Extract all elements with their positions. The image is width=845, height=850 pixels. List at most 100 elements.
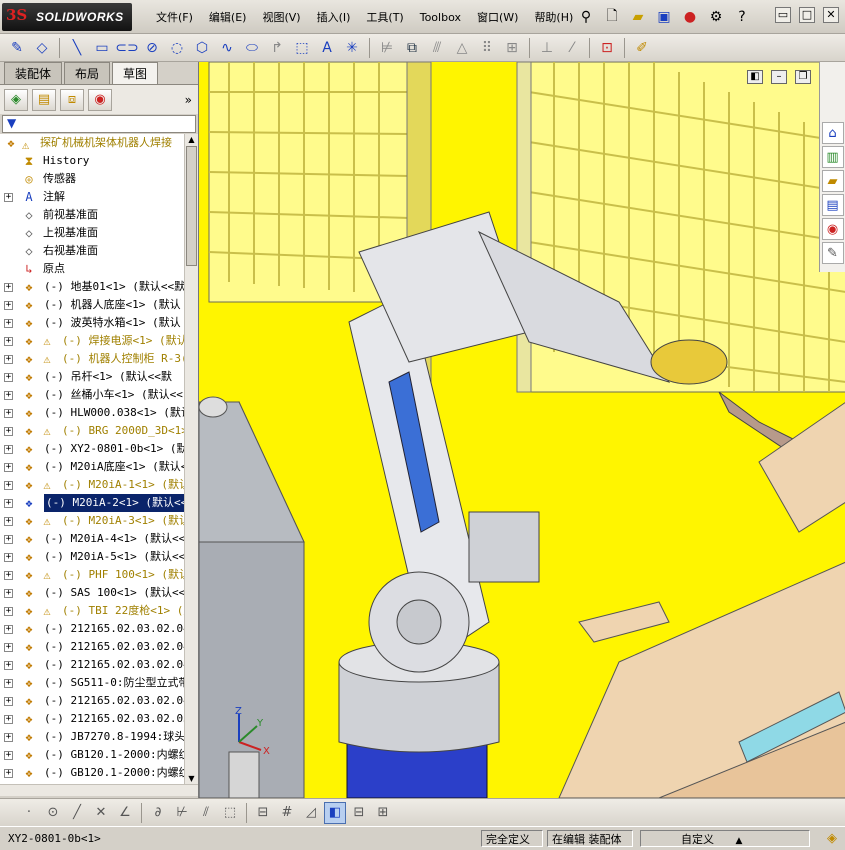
smart-dimension-icon[interactable]: ◇	[31, 37, 53, 59]
tree-item-origin[interactable]: ↳ 原点	[0, 260, 184, 278]
tree-component-row[interactable]: + ❖ (-) 地基01<1> (默认<<默	[0, 278, 184, 296]
tree-component-row[interactable]: + ❖ (-) HLW000.038<1> (默认	[0, 404, 184, 422]
filter-funnel-icon[interactable]: ▼	[7, 116, 16, 130]
menu-item[interactable]: 编辑(E)	[201, 10, 255, 26]
ellipse-icon[interactable]: ⬭	[241, 37, 263, 59]
expand-toggle[interactable]: +	[4, 463, 13, 472]
menu-item[interactable]: 视图(V)	[254, 10, 308, 26]
tree-component-row[interactable]: + ❖ (-) M20iA-4<1> (默认<<默	[0, 530, 184, 548]
tree-component-row[interactable]: + ❖ (-) M20iA-2<1> (默认<<默	[0, 494, 184, 512]
exit-sketch-icon[interactable]: ⊡	[596, 37, 618, 59]
tree-component-row[interactable]: + ❖ (-) 212165.02.03.02.04.	[0, 692, 184, 710]
tree-component-row[interactable]: + ❖ (-) 212165.02.03.02.04.	[0, 656, 184, 674]
expand-toggle[interactable]: +	[4, 445, 13, 454]
tree-component-row[interactable]: + ❖ ⚠ (-) M20iA-1<1> (默认	[0, 476, 184, 494]
fillet-icon[interactable]: ↱	[266, 37, 288, 59]
tree-scrollbar[interactable]: ▲ ▼	[184, 134, 198, 784]
display-manager-icon[interactable]: ◉	[88, 88, 112, 111]
options-gear-icon[interactable]: ⚙	[705, 6, 727, 28]
feature-manager-icon[interactable]: ◈	[4, 88, 28, 111]
shaded-view-icon[interactable]: ◧	[324, 801, 346, 824]
four-view-icon[interactable]: ⊞	[372, 802, 394, 824]
expand-toggle[interactable]: +	[4, 589, 13, 598]
tree-component-row[interactable]: + ❖ (-) 机器人底座<1> (默认	[0, 296, 184, 314]
expand-toggle[interactable]: +	[4, 535, 13, 544]
expand-toggle[interactable]: +	[4, 337, 13, 346]
custom-properties-icon[interactable]: ✎	[821, 242, 844, 264]
expand-toggle[interactable]: +	[4, 427, 13, 436]
tree-item-front-plane[interactable]: ◇ 前视基准面	[0, 206, 184, 224]
expand-toggle[interactable]: +	[4, 193, 13, 202]
tree-component-row[interactable]: + ❖ ⚠ (-) M20iA-3<1> (默认	[0, 512, 184, 530]
tree-component-row[interactable]: + ❖ (-) 波英特水箱<1> (默认	[0, 314, 184, 332]
property-manager-icon[interactable]: ▤	[32, 88, 56, 111]
trim-icon[interactable]: ⊭	[376, 37, 398, 59]
expand-toggle[interactable]: +	[4, 571, 13, 580]
sketch-icon[interactable]: ✎	[6, 37, 28, 59]
minimize-button[interactable]: ▭	[775, 7, 791, 23]
convert-entities-icon[interactable]: ⧉	[401, 37, 423, 59]
perpendicular-icon[interactable]: ⊬	[171, 802, 193, 824]
offset-icon[interactable]: ⬚	[291, 37, 313, 59]
slot-icon[interactable]: ⊂⊃	[115, 37, 138, 59]
menu-item[interactable]: 工具(T)	[358, 10, 411, 26]
expand-toggle[interactable]: +	[4, 319, 13, 328]
tag-icon[interactable]: ◈	[827, 831, 837, 846]
tree-component-row[interactable]: + ❖ (-) JB7270.8-1994:球头手	[0, 728, 184, 746]
tree-component-row[interactable]: + ❖ ⚠ (-) BRG 2000D_3D<1>	[0, 422, 184, 440]
tree-component-row[interactable]: + ❖ ⚠ (-) TBI 22度枪<1> (默	[0, 602, 184, 620]
angle-icon[interactable]: ∠	[114, 802, 136, 824]
appearances-icon[interactable]: ◉	[821, 218, 844, 240]
expand-toggle[interactable]: +	[4, 769, 13, 778]
expand-toggle[interactable]: +	[4, 661, 13, 670]
arc-icon[interactable]: ◌	[166, 37, 188, 59]
tree-item-top-plane[interactable]: ◇ 上视基准面	[0, 224, 184, 242]
intersection-icon[interactable]: ✕	[90, 802, 112, 824]
expand-toggle[interactable]: +	[4, 625, 13, 634]
expand-toggle[interactable]: +	[4, 607, 13, 616]
menu-item[interactable]: 插入(I)	[309, 10, 359, 26]
design-library-icon[interactable]: ▥	[821, 146, 844, 168]
line-icon[interactable]: ╲	[66, 37, 88, 59]
point-icon[interactable]: ✳	[341, 37, 363, 59]
status-units[interactable]: 自定义 ▲	[640, 830, 810, 847]
expand-toggle[interactable]: +	[4, 679, 13, 688]
move-entities-icon[interactable]: ⊞	[501, 37, 523, 59]
expand-toggle[interactable]: +	[4, 301, 13, 310]
offset-entities-icon[interactable]: ⫻	[426, 37, 448, 59]
expand-toggle[interactable]: +	[4, 733, 13, 742]
help-question-icon[interactable]: ?	[731, 6, 753, 28]
expand-toggle[interactable]: +	[4, 373, 13, 382]
tab-assembly[interactable]: 装配体	[4, 62, 63, 84]
menu-item[interactable]: 帮助(H)	[526, 10, 581, 26]
units-arrow-icon[interactable]: ▲	[736, 836, 743, 846]
solidworks-logo[interactable]: 3S SOLIDWORKS	[2, 3, 132, 31]
expand-toggle[interactable]: +	[4, 391, 13, 400]
viewport-restore-button[interactable]: ❐	[795, 70, 811, 84]
tree-component-row[interactable]: + ❖ (-) 212165.02.03.02.03.	[0, 710, 184, 728]
tree-component-row[interactable]: + ❖ (-) 丝桶小车<1> (默认<<	[0, 386, 184, 404]
viewport-minimize-button[interactable]: –	[771, 70, 787, 84]
grid-snap-icon[interactable]: ⊟	[252, 802, 274, 824]
tree-item-history[interactable]: ⧗ History	[0, 152, 184, 170]
rapid-sketch-icon[interactable]: ✐	[631, 37, 653, 59]
polygon-icon[interactable]: ⬡	[191, 37, 213, 59]
parallel-icon[interactable]: ⫽	[195, 802, 217, 824]
menu-item[interactable]: 窗口(W)	[469, 10, 526, 26]
tree-component-row[interactable]: + ❖ ⚠ (-) 机器人控制柜 R-3(	[0, 350, 184, 368]
tree-component-row[interactable]: + ❖ (-) GB120.1-2000:内螺纹	[0, 746, 184, 764]
expand-toggle[interactable]: +	[4, 715, 13, 724]
repair-sketch-icon[interactable]: ⁄	[561, 37, 583, 59]
tab-layout[interactable]: 布局	[64, 62, 111, 84]
tree-filter[interactable]: ▼	[2, 115, 196, 133]
grid-icon[interactable]: #	[276, 802, 298, 824]
expand-toggle[interactable]: +	[4, 553, 13, 562]
spline-icon[interactable]: ∿	[216, 37, 238, 59]
tree-item-sensors[interactable]: ◎ 传感器	[0, 170, 184, 188]
menu-item[interactable]: Toolbox	[412, 10, 469, 26]
expand-toggle[interactable]: +	[4, 409, 13, 418]
viewport-split-icon[interactable]: ◧	[747, 70, 763, 84]
more-tabs-chevron-icon[interactable]: »	[185, 93, 192, 107]
tree-horizontal-scrollbar[interactable]	[0, 784, 198, 796]
tree-component-row[interactable]: + ❖ (-) M20iA-5<1> (默认<<默	[0, 548, 184, 566]
